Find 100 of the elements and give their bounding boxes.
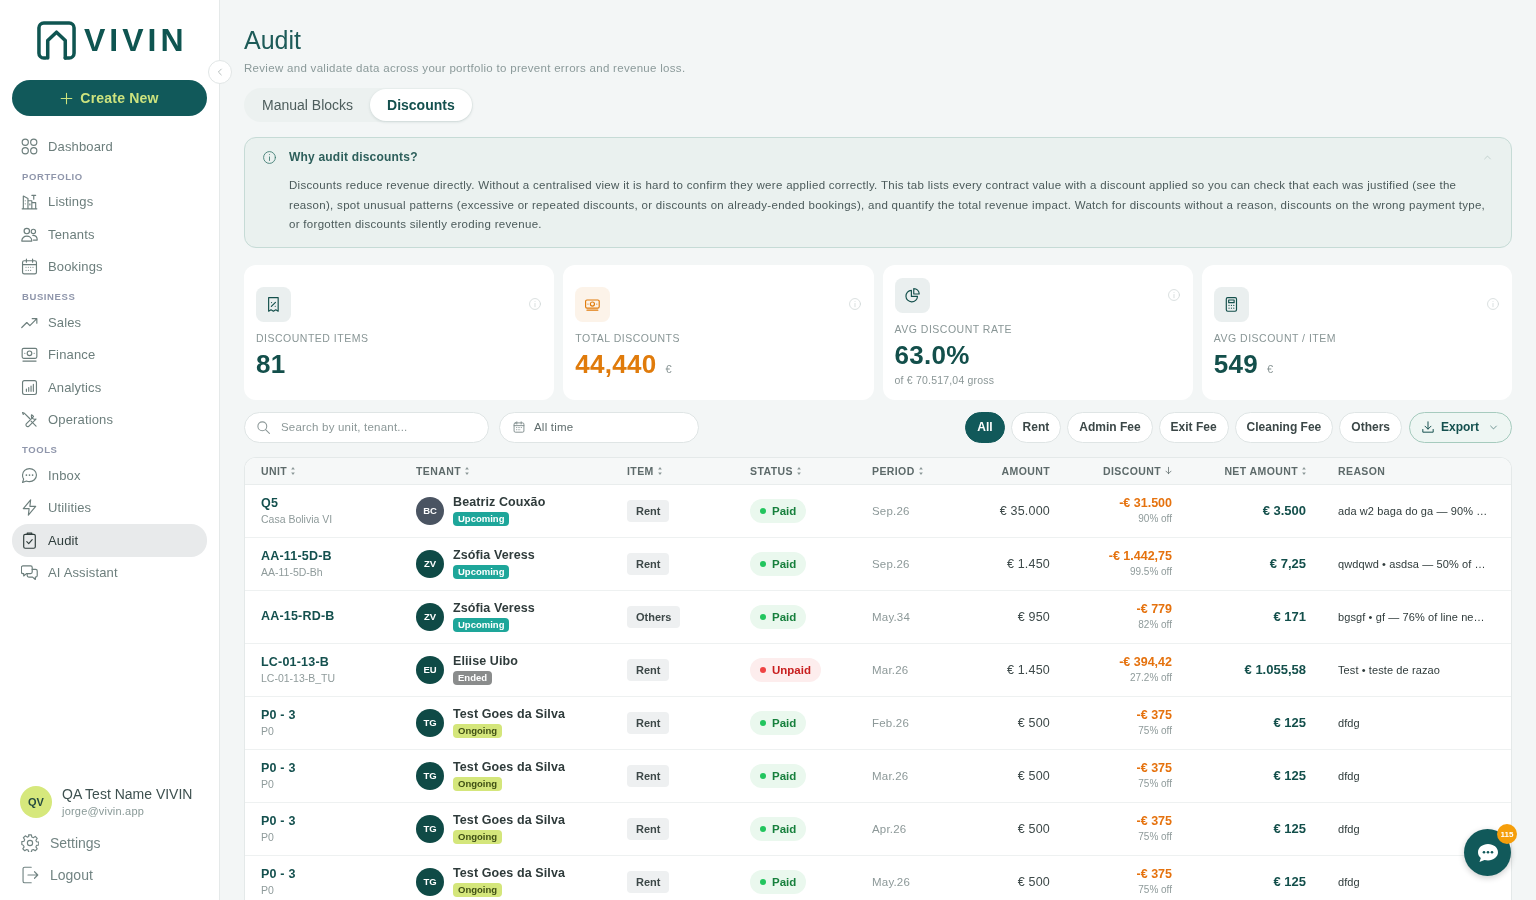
column-header: AMOUNT <box>1001 464 1050 477</box>
stat-label: AVG DISCOUNT / ITEM <box>1213 331 1337 344</box>
unit-code: P0 - 3 <box>261 760 296 776</box>
net-amount: € 125 <box>1273 768 1306 783</box>
amount-text: € 1.450 <box>1006 662 1050 677</box>
reason-text: bgsgf • gf — 76% of line ne… <box>1338 610 1485 623</box>
discount-amount: -€ 31.500 <box>1119 496 1172 511</box>
amount-text: € 950 <box>1017 609 1050 624</box>
calendar-icon <box>21 258 38 276</box>
info-icon <box>263 150 276 164</box>
sidebar-link[interactable]: Settings <box>12 827 207 859</box>
net-amount: € 7,25 <box>1269 556 1306 571</box>
reason-text: dfdg <box>1338 769 1360 782</box>
column-header[interactable]: UNIT <box>261 464 296 477</box>
page-title: Audit <box>244 26 301 54</box>
column-header: REASON <box>1338 464 1386 477</box>
payment-status-label: Paid <box>772 875 797 888</box>
status-dot-icon <box>760 878 766 885</box>
nav-item[interactable]: Dashboard <box>12 130 207 163</box>
filter-chip[interactable]: Others <box>1339 411 1402 443</box>
item-type-tag: Rent <box>627 870 670 893</box>
create-new-button[interactable]: Create New <box>12 80 207 116</box>
nav-item[interactable]: Inbox <box>12 459 207 492</box>
tenant-name: Zsófia Veress <box>453 548 535 563</box>
settings-icon <box>21 834 39 852</box>
filter-chip[interactable]: All <box>965 411 1005 443</box>
item-type-tag: Others <box>627 605 681 628</box>
filter-chip[interactable]: Cleaning Fee <box>1234 411 1334 443</box>
info-icon[interactable] <box>1167 289 1180 301</box>
nav-item[interactable]: Sales <box>12 306 207 339</box>
period-text: May.34 <box>872 610 911 623</box>
chevron-up-icon[interactable] <box>1482 153 1493 161</box>
filter-chip[interactable]: Exit Fee <box>1158 411 1229 443</box>
discount-amount: -€ 375 <box>1136 708 1172 723</box>
tools-icon <box>21 411 38 429</box>
collapse-sidebar-button[interactable] <box>208 60 232 84</box>
section-heading: TOOLS <box>22 443 58 457</box>
user-avatar: QV <box>20 786 52 818</box>
unit-name: P0 <box>261 830 274 844</box>
payment-status-label: Unpaid <box>772 663 811 676</box>
nav-item[interactable]: AI Assistant <box>12 556 207 589</box>
buildings-icon <box>21 193 38 211</box>
period-text: Sep.26 <box>872 504 910 517</box>
discount-amount: -€ 394,42 <box>1119 655 1172 670</box>
column-header[interactable]: PERIOD <box>872 464 923 477</box>
tenant-status-badge: Ongoing <box>453 724 503 738</box>
column-header[interactable]: NET AMOUNT <box>1224 464 1306 477</box>
item-type-tag: Rent <box>627 711 670 734</box>
info-icon[interactable] <box>848 298 861 310</box>
search-field[interactable]: Search by unit, tenant... <box>244 411 489 443</box>
column-header[interactable]: ITEM <box>627 464 662 477</box>
search-icon <box>257 420 270 434</box>
net-amount: € 125 <box>1273 874 1306 889</box>
tenant-status-badge: Upcoming <box>453 565 510 579</box>
chat-bubbles-icon <box>21 564 38 582</box>
status-dot-icon <box>760 825 766 832</box>
discount-percent: 75% off <box>1138 778 1172 790</box>
reason-text: ada w2 baga do ga — 90% … <box>1338 504 1488 517</box>
column-header[interactable]: STATUS <box>750 464 801 477</box>
nav-item[interactable]: Bookings <box>12 250 207 283</box>
tab[interactable]: Discounts <box>370 89 472 121</box>
page-subtitle: Review and validate data across your portfolio to prevent errors and revenue loss. <box>244 61 686 76</box>
tab[interactable]: Manual Blocks <box>245 89 371 121</box>
payment-status-label: Paid <box>772 504 797 517</box>
nav-item[interactable]: Utilities <box>12 491 207 524</box>
payment-status-label: Paid <box>772 822 797 835</box>
column-header[interactable]: TENANT <box>416 464 469 477</box>
net-amount: € 1.055,58 <box>1244 662 1306 677</box>
calendar-icon <box>513 421 525 433</box>
logout-icon <box>21 866 39 884</box>
nav-item[interactable]: Operations <box>12 403 207 436</box>
status-dot-icon <box>760 719 766 726</box>
date-filter[interactable]: All time <box>499 411 699 443</box>
filter-chip[interactable]: Admin Fee <box>1067 411 1153 443</box>
info-icon[interactable] <box>529 298 542 310</box>
reason-text: dfdg <box>1338 716 1360 729</box>
discount-percent: 75% off <box>1138 884 1172 896</box>
tenant-name: Test Goes da Silva <box>453 813 566 828</box>
grid-icon <box>21 137 38 155</box>
reason-text: qwdqwd • asdsa — 50% of … <box>1338 557 1486 570</box>
nav-item[interactable]: Tenants <box>12 218 207 251</box>
clipboard-check-icon <box>21 531 38 549</box>
nav-item[interactable]: Analytics <box>12 371 207 404</box>
nav-item[interactable]: Listings <box>12 185 207 218</box>
discount-percent: 75% off <box>1138 831 1172 843</box>
tenant-name: Eliise Uibo <box>453 654 518 669</box>
status-dot-icon <box>760 613 766 620</box>
sidebar-link[interactable]: Logout <box>12 859 207 891</box>
banknote-icon <box>575 286 611 322</box>
tenant-name: Test Goes da Silva <box>453 760 566 775</box>
info-icon[interactable] <box>1487 298 1499 310</box>
export-button[interactable]: Export <box>1409 411 1512 443</box>
nav-item[interactable]: Finance <box>12 338 207 371</box>
column-header[interactable]: DISCOUNT <box>1102 464 1172 477</box>
nav-item[interactable]: Audit <box>12 524 207 557</box>
item-type-tag: Rent <box>627 552 670 575</box>
filter-chip[interactable]: Rent <box>1010 411 1062 443</box>
bar-chart-icon <box>21 378 38 396</box>
item-type-tag: Rent <box>627 658 670 681</box>
plus-icon <box>60 91 74 105</box>
